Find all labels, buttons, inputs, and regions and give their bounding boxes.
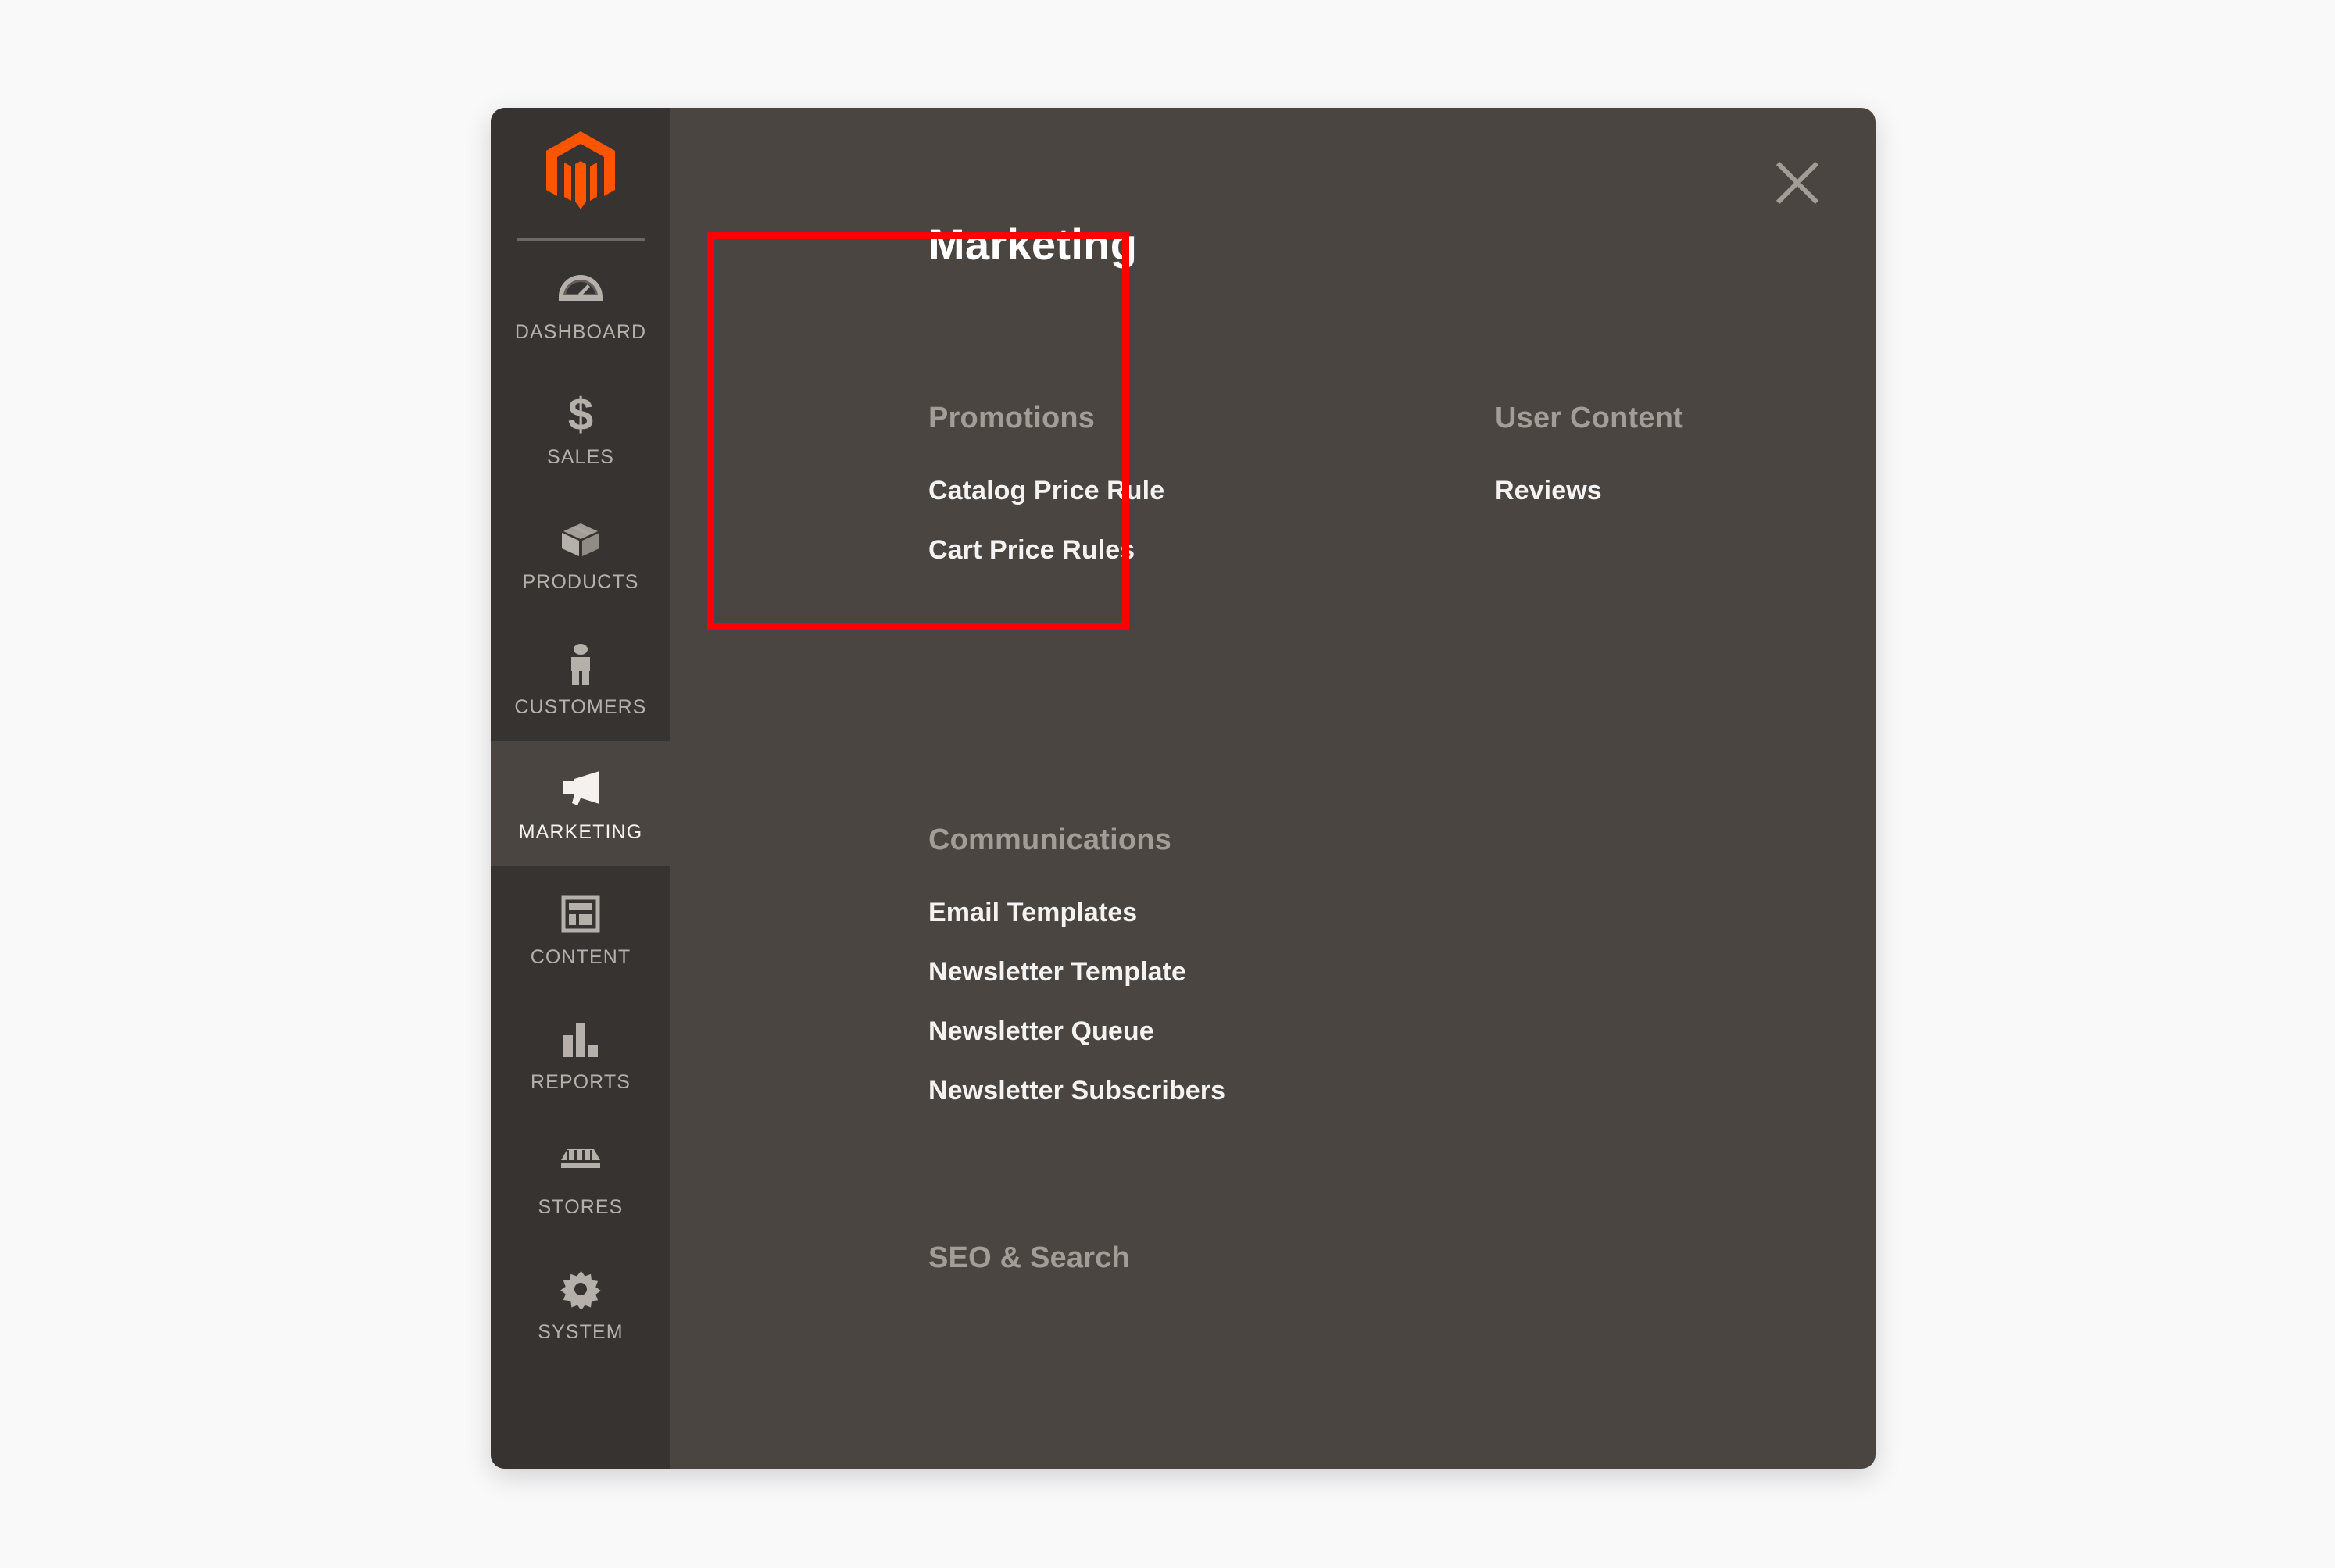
marketing-flyout-panel: DASHBOARD $ SALES PRODUCTS CUSTOMERS MAR…: [491, 108, 1876, 1469]
sidebar-item-label: REPORTS: [530, 1070, 631, 1093]
person-icon: [556, 641, 605, 687]
dollar-icon: $: [556, 391, 605, 437]
sidebar-item-dashboard[interactable]: DASHBOARD: [491, 241, 670, 366]
sidebar-item-customers[interactable]: CUSTOMERS: [491, 616, 670, 741]
group-title: User Content: [1495, 402, 1683, 434]
gear-icon: [556, 1266, 605, 1312]
menu-link-newsletter-subscribers[interactable]: Newsletter Subscribers: [928, 1061, 1225, 1120]
sidebar-item-label: CUSTOMERS: [514, 695, 647, 718]
group-links: Reviews: [1495, 461, 1683, 520]
menu-link-cart-price-rules[interactable]: Cart Price Rules: [928, 520, 1164, 580]
sidebar-item-content[interactable]: CONTENT: [491, 866, 670, 991]
gauge-icon: [556, 266, 605, 312]
sidebar-item-label: STORES: [538, 1195, 624, 1218]
sidebar-item-marketing[interactable]: MARKETING: [491, 741, 670, 866]
sidebar-item-reports[interactable]: REPORTS: [491, 991, 670, 1116]
menu-link-catalog-price-rule[interactable]: Catalog Price Rule: [928, 461, 1164, 520]
menu-group-seo-search: SEO & Search: [928, 1243, 1130, 1273]
sidebar-item-label: PRODUCTS: [522, 570, 639, 593]
layout-icon: [556, 891, 605, 937]
menu-link-email-templates[interactable]: Email Templates: [928, 883, 1225, 942]
svg-text:$: $: [568, 392, 593, 436]
storefront-icon: [556, 1141, 605, 1187]
menu-group-communications: Communications Email Templates Newslette…: [928, 825, 1225, 1120]
sidebar-item-label: MARKETING: [518, 820, 643, 843]
sidebar-item-label: SYSTEM: [538, 1320, 624, 1343]
group-links: Email Templates Newsletter Template News…: [928, 883, 1225, 1120]
sidebar-item-stores[interactable]: STORES: [491, 1116, 670, 1241]
sidebar-item-label: DASHBOARD: [514, 320, 647, 343]
megaphone-icon: [556, 766, 605, 812]
marketing-menu-body: Marketing Promotions Catalog Price Rule …: [670, 108, 1876, 1469]
menu-group-promotions: Promotions Catalog Price Rule Cart Price…: [928, 403, 1164, 580]
admin-sidebar: DASHBOARD $ SALES PRODUCTS CUSTOMERS MAR…: [491, 108, 670, 1469]
sidebar-item-label: SALES: [546, 445, 615, 468]
page-title: Marketing: [928, 220, 1138, 269]
menu-link-newsletter-template[interactable]: Newsletter Template: [928, 942, 1225, 1002]
group-title: Communications: [928, 823, 1172, 856]
group-title: SEO & Search: [928, 1241, 1130, 1274]
sidebar-item-sales[interactable]: $ SALES: [491, 366, 670, 491]
sidebar-item-system[interactable]: SYSTEM: [491, 1241, 670, 1366]
bar-chart-icon: [556, 1016, 605, 1062]
group-links: Catalog Price Rule Cart Price Rules: [928, 461, 1164, 580]
box-icon: [556, 516, 605, 562]
menu-link-newsletter-queue[interactable]: Newsletter Queue: [928, 1002, 1225, 1061]
menu-link-reviews[interactable]: Reviews: [1495, 461, 1683, 520]
menu-group-user-content: User Content Reviews: [1495, 403, 1683, 520]
magento-logo[interactable]: [491, 108, 670, 233]
sidebar-item-label: CONTENT: [530, 945, 631, 968]
sidebar-item-products[interactable]: PRODUCTS: [491, 491, 670, 616]
group-title: Promotions: [928, 402, 1096, 434]
close-icon[interactable]: [1757, 142, 1838, 223]
magento-logo-icon: [546, 131, 615, 209]
